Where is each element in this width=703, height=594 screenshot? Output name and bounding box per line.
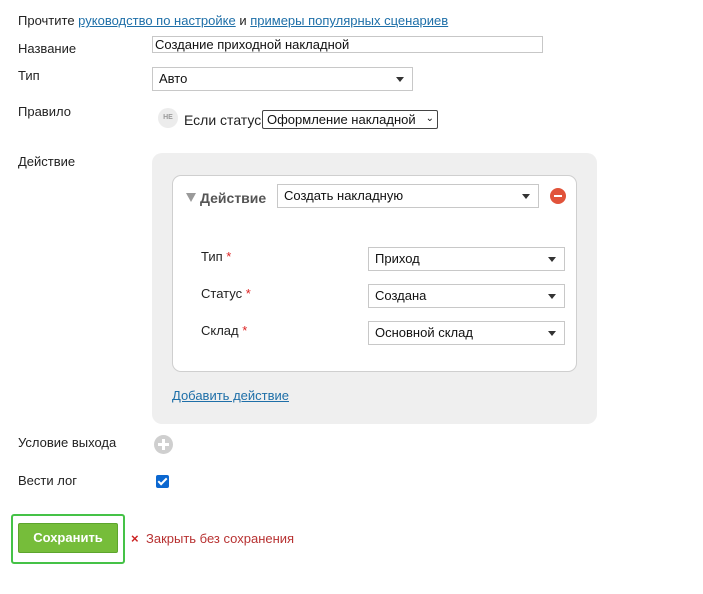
chevron-down-icon <box>548 294 556 299</box>
add-action-link[interactable]: Добавить действие <box>172 388 289 403</box>
action-type-value: Создать накладную <box>284 188 404 203</box>
close-without-saving-link[interactable]: Закрыть без сохранения <box>146 531 294 546</box>
remove-action-icon[interactable] <box>550 188 566 204</box>
chevron-down-icon <box>548 331 556 336</box>
log-label: Вести лог <box>18 473 77 488</box>
chevron-down-icon <box>396 77 404 82</box>
collapse-triangle-icon[interactable] <box>186 193 196 202</box>
type-label: Тип <box>18 68 40 83</box>
field-status-text: Статус <box>201 286 243 301</box>
rule-label: Правило <box>18 104 71 119</box>
field-warehouse-text: Склад <box>201 323 239 338</box>
log-checkbox[interactable] <box>156 475 169 488</box>
name-input[interactable]: Создание приходной накладной <box>152 36 543 53</box>
field-warehouse-select[interactable]: Основной склад <box>368 321 565 345</box>
required-marker: * <box>245 286 251 301</box>
rule-status-value: Оформление накладной <box>267 112 416 127</box>
action-label: Действие <box>18 154 76 169</box>
close-icon[interactable]: × <box>131 531 139 546</box>
chevron-down-icon <box>522 194 530 199</box>
chevron-down-icon <box>548 257 556 262</box>
intro-conj: и <box>239 13 247 28</box>
field-type-label: Тип * <box>201 249 231 264</box>
popular-scenarios-link[interactable]: примеры популярных сценариев <box>250 13 448 28</box>
type-select[interactable]: Авто <box>152 67 413 91</box>
intro-line: Прочтите руководство по настройке и прим… <box>18 13 448 28</box>
field-status-select[interactable]: Создана <box>368 284 565 308</box>
chevron-down-icon: ⌄ <box>425 113 434 124</box>
save-button[interactable]: Сохранить <box>18 523 118 553</box>
add-exit-condition-icon[interactable] <box>154 435 173 454</box>
field-status-label: Статус * <box>201 286 251 301</box>
setup-guide-link[interactable]: руководство по настройке <box>78 13 236 28</box>
intro-prefix: Прочтите <box>18 13 75 28</box>
field-type-value: Приход <box>375 251 420 266</box>
field-warehouse-value: Основной склад <box>375 325 473 340</box>
field-type-text: Тип <box>201 249 223 264</box>
type-select-value: Авто <box>159 71 188 86</box>
name-label: Название <box>18 41 77 56</box>
field-status-value: Создана <box>375 288 427 303</box>
exit-condition-label: Условие выхода <box>18 435 117 450</box>
rule-status-select[interactable]: Оформление накладной ⌄ <box>262 110 438 129</box>
required-marker: * <box>242 323 248 338</box>
action-type-select[interactable]: Создать накладную <box>277 184 539 208</box>
field-warehouse-label: Склад * <box>201 323 247 338</box>
not-toggle-badge[interactable]: НЕ <box>158 108 178 128</box>
action-card-title: Действие <box>200 190 267 206</box>
required-marker: * <box>226 249 232 264</box>
field-type-select[interactable]: Приход <box>368 247 565 271</box>
rule-condition-text: Если статус <box>184 112 262 128</box>
